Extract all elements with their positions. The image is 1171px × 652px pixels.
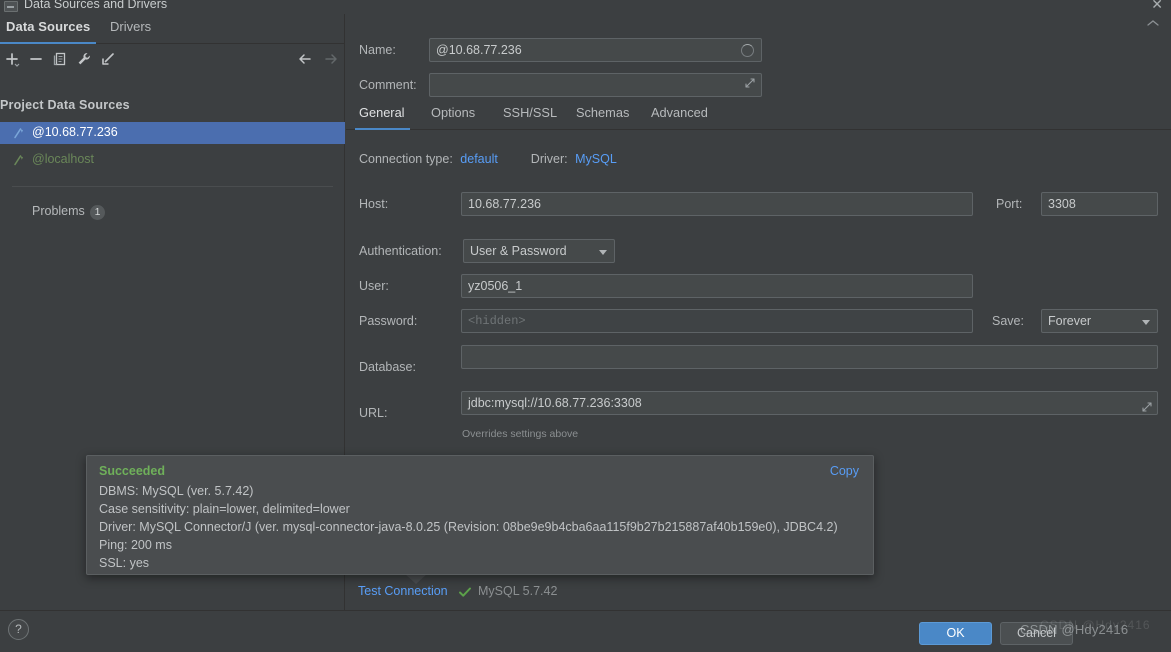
password-label: Password: [359,314,417,328]
popup-line-ping: Ping: 200 ms [99,538,172,552]
popup-tail [405,574,427,584]
sidebar-item-problems[interactable]: Problems 1 [0,202,345,224]
window-title: Data Sources and Drivers [24,0,167,11]
sidebar-divider [12,186,333,187]
sidebar-toolbar [0,45,345,73]
copy-link[interactable]: Copy [830,464,859,478]
tab-general[interactable]: General [359,105,405,120]
tab-general-indicator [355,128,410,130]
problems-label: Problems [32,204,85,218]
problems-count-badge: 1 [90,205,105,220]
driver-value[interactable]: MySQL [575,152,617,166]
tab-data-sources[interactable]: Data Sources [6,19,90,34]
connection-meta-row: Connection type: default Driver: MySQL [359,152,621,166]
url-input[interactable]: jdbc:mysql://10.68.77.236:3308 [461,391,1158,415]
expand-icon[interactable] [744,77,756,89]
datasource-icon [12,153,26,167]
authentication-select[interactable]: User & Password [463,239,615,263]
tab-advanced[interactable]: Advanced [651,105,708,120]
import-icon[interactable] [98,49,118,69]
connection-type-value[interactable]: default [460,152,498,166]
connection-status-text: MySQL 5.7.42 [478,584,557,598]
dialog-button-bar: ? OK Cancel [0,610,1171,652]
host-input[interactable]: 10.68.77.236 [461,192,973,216]
sidebar-item-10-68-77-236[interactable]: @10.68.77.236 [0,122,345,144]
section-title-project-data-sources: Project Data Sources [0,98,130,112]
database-input[interactable] [461,345,1158,369]
expand-icon[interactable] [1141,401,1153,413]
tab-data-sources-indicator [0,42,96,44]
name-input[interactable]: @10.68.77.236 [429,38,762,62]
settings-tabs: General Options SSH/SSL Schemas Advanced [346,100,1171,130]
user-label: User: [359,279,389,293]
tabs-baseline [346,129,1171,130]
watermark: CSDN @Hdy2416 [1020,622,1128,637]
window-icon [4,1,18,12]
forward-arrow-icon [321,49,341,69]
close-icon[interactable]: ✕ [1151,0,1163,11]
url-label: URL: [359,406,387,420]
popup-line-ssl: SSL: yes [99,556,149,570]
authentication-value: User & Password [470,244,567,258]
tab-drivers[interactable]: Drivers [110,19,151,34]
wrench-icon[interactable] [74,49,94,69]
loading-spinner-icon [741,44,754,57]
panel-tabs: Data Sources Drivers [0,14,345,44]
driver-label: Driver: [531,152,568,166]
sidebar-item-label: @10.68.77.236 [32,125,118,139]
help-button[interactable]: ? [8,619,29,640]
test-connection-link[interactable]: Test Connection [358,584,448,598]
sidebar-item-localhost[interactable]: @localhost [0,149,345,171]
save-select[interactable]: Forever [1041,309,1158,333]
save-label: Save: [992,314,1024,328]
tab-options[interactable]: Options [431,105,475,120]
url-hint: Overrides settings above [462,428,578,440]
copy-icon[interactable] [50,49,70,69]
test-connection-result-popup: Succeeded Copy DBMS: MySQL (ver. 5.7.42)… [86,455,874,575]
tab-ssh-ssl[interactable]: SSH/SSL [503,105,557,120]
check-icon [458,585,472,599]
save-value: Forever [1048,314,1091,328]
datasource-icon [12,126,26,140]
host-label: Host: [359,197,388,211]
scroll-up-icon[interactable] [1147,16,1159,24]
comment-label: Comment: [359,78,417,92]
remove-icon[interactable] [26,49,46,69]
name-label: Name: [359,43,396,57]
sidebar-item-label: @localhost [32,152,94,166]
chevron-down-icon [1142,320,1150,325]
back-arrow-icon[interactable] [295,49,315,69]
add-icon[interactable] [2,49,22,69]
port-label: Port: [996,197,1022,211]
popup-status-title: Succeeded [99,464,165,478]
comment-input[interactable] [429,73,762,97]
popup-line-dbms: DBMS: MySQL (ver. 5.7.42) [99,484,253,498]
tab-schemas[interactable]: Schemas [576,105,629,120]
connection-type-label: Connection type: [359,152,453,166]
window-titlebar: Data Sources and Drivers ✕ [0,0,1171,14]
popup-line-driver: Driver: MySQL Connector/J (ver. mysql-co… [99,520,838,534]
ok-button[interactable]: OK [919,622,992,645]
password-input[interactable]: <hidden> [461,309,973,333]
chevron-down-icon [599,250,607,255]
user-input[interactable]: yz0506_1 [461,274,973,298]
popup-line-case-sensitivity: Case sensitivity: plain=lower, delimited… [99,502,350,516]
port-input[interactable]: 3308 [1041,192,1158,216]
authentication-label: Authentication: [359,244,442,258]
database-label: Database: [359,360,416,374]
